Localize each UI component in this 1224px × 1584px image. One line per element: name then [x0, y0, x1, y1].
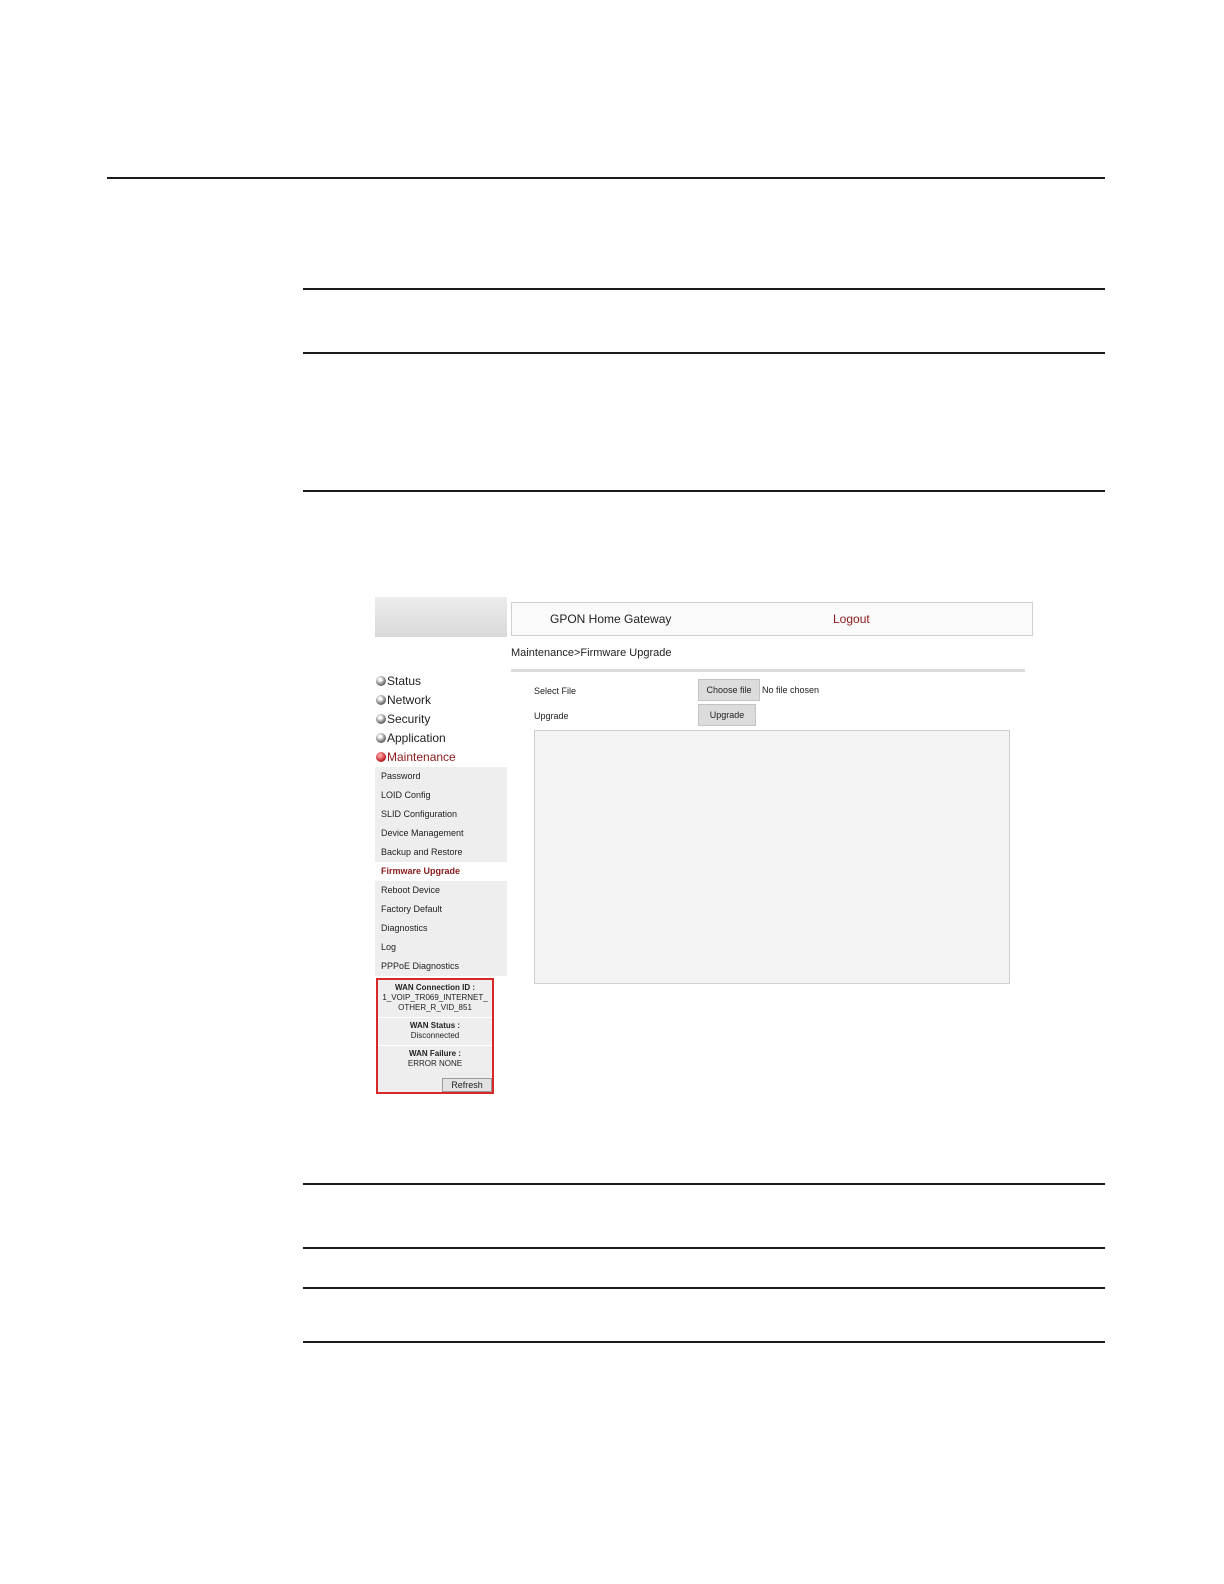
submenu-item-log[interactable]: Log — [375, 938, 507, 957]
wan-failure-label: WAN Failure : — [408, 1049, 461, 1058]
sidebar-header — [375, 597, 507, 637]
submenu-item-device-management[interactable]: Device Management — [375, 824, 507, 843]
nav-item-label: Security — [387, 712, 431, 726]
refresh-button[interactable]: Refresh — [442, 1078, 492, 1092]
submenu-item-password[interactable]: Password — [375, 767, 507, 786]
section-rule-3 — [303, 490, 1105, 492]
breadcrumb: Maintenance>Firmware Upgrade — [511, 647, 672, 659]
maintenance-submenu: Password LOID Config SLID Configuration … — [375, 767, 507, 976]
wan-status-section: WAN Status : Disconnected — [378, 1018, 492, 1046]
submenu-item-diagnostics[interactable]: Diagnostics — [375, 919, 507, 938]
expand-bullet-icon — [376, 714, 386, 724]
nav-item-status[interactable]: Status — [375, 672, 507, 691]
top-bar: GPON Home Gateway Logout — [511, 602, 1033, 636]
header-rule — [107, 177, 1105, 179]
logout-link[interactable]: Logout — [833, 612, 870, 626]
submenu-item-firmware-upgrade[interactable]: Firmware Upgrade — [375, 862, 507, 881]
wan-failure-section: WAN Failure : ERROR NONE — [378, 1046, 492, 1073]
wan-status-label: WAN Status : — [409, 1021, 461, 1030]
upgrade-label: Upgrade — [534, 711, 569, 721]
nav-item-label: Network — [387, 693, 432, 707]
section-rule-1 — [303, 288, 1105, 290]
wan-status-panel: WAN Connection ID : 1_VOIP_TR069_INTERNE… — [376, 978, 494, 1094]
nav-item-label: Status — [387, 674, 422, 688]
nav-item-label: Maintenance — [387, 750, 456, 764]
submenu-item-factory-default[interactable]: Factory Default — [375, 900, 507, 919]
submenu-item-reboot-device[interactable]: Reboot Device — [375, 881, 507, 900]
expand-bullet-icon — [376, 733, 386, 743]
upgrade-button[interactable]: Upgrade — [698, 704, 756, 726]
app-title: GPON Home Gateway — [550, 612, 672, 626]
select-file-label: Select File — [534, 686, 577, 696]
gateway-screenshot: GPON Home Gateway Logout Maintenance>Fir… — [375, 597, 1033, 1094]
section-rule-2 — [303, 352, 1105, 354]
choose-file-button[interactable]: Choose file — [698, 679, 760, 701]
breadcrumb-divider — [511, 669, 1025, 672]
nav-item-label: Application — [387, 731, 446, 745]
upgrade-output-area — [534, 730, 1010, 984]
nav-item-network[interactable]: Network — [375, 691, 507, 710]
nav-item-application[interactable]: Application — [375, 729, 507, 748]
wan-status-value: Disconnected — [410, 1031, 460, 1040]
nav-item-maintenance[interactable]: Maintenance — [375, 748, 507, 767]
wan-connection-section: WAN Connection ID : 1_VOIP_TR069_INTERNE… — [378, 980, 492, 1018]
wan-failure-value: ERROR NONE — [407, 1059, 463, 1068]
submenu-item-loid-config[interactable]: LOID Config — [375, 786, 507, 805]
file-chosen-status: No file chosen — [762, 685, 820, 695]
section-rule-5 — [303, 1247, 1105, 1249]
wan-connection-label: WAN Connection ID : — [395, 983, 475, 992]
expand-bullet-icon — [376, 695, 386, 705]
wan-connection-value: 1_VOIP_TR069_INTERNET_OTHER_R_VID_851 — [382, 993, 488, 1012]
submenu-item-backup-restore[interactable]: Backup and Restore — [375, 843, 507, 862]
collapse-bullet-icon — [376, 752, 386, 762]
sidebar-nav: Status Network Security Application Main… — [375, 672, 507, 976]
submenu-item-pppoe-diagnostics[interactable]: PPPoE Diagnostics — [375, 957, 507, 976]
nav-item-security[interactable]: Security — [375, 710, 507, 729]
section-rule-7 — [303, 1341, 1105, 1343]
section-rule-6 — [303, 1287, 1105, 1289]
section-rule-4 — [303, 1183, 1105, 1185]
expand-bullet-icon — [376, 676, 386, 686]
submenu-item-slid-configuration[interactable]: SLID Configuration — [375, 805, 507, 824]
